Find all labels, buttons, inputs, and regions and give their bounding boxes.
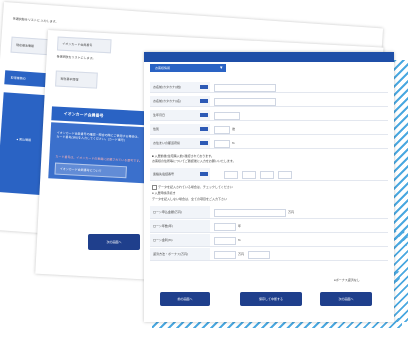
required-badge (200, 113, 208, 117)
row-unit: % (238, 238, 241, 242)
checkbox-2-label: ● 入居申請手続き (152, 191, 176, 195)
required-badge (200, 99, 208, 103)
row-label: ローン年数(年) (153, 224, 173, 228)
checkbox-1-label: データを記入されている場合は、チェックしてください (158, 185, 233, 189)
form-row: ローン申込金額(万円) 万円 (150, 206, 388, 219)
form-row: 生年月日 (150, 110, 388, 121)
form-row: 性別 歳 (150, 124, 388, 135)
form-row: 返済方法・ボーナス(万円) 万円 (150, 248, 388, 261)
row-label-cell: 返済方法・ボーナス(万円) (150, 248, 210, 260)
front-footnote: ●ボーナス返済なし (334, 278, 360, 282)
next-button[interactable]: 次の画面へ (320, 292, 372, 306)
front-form-card: お客様情報 ▾ お名前(カタカナ)(姓) お名前(カタカナ)(名) 生年月日 性… (144, 52, 394, 322)
phone-input-1[interactable] (224, 171, 238, 179)
mid-warning: カード番号は、イオンカードの表面に記載されている番号です。 (55, 154, 142, 164)
row-unit: 歳 (232, 127, 236, 131)
form-row: お住まいの都道府県 % (150, 138, 388, 149)
text-input[interactable] (214, 84, 276, 92)
mid-link-label: イオンカード会員番号について (59, 166, 102, 173)
mid-description: イオンカード会員番号の確認・照合の際にご使用する場合は、カード番号(3桁)を入力… (56, 130, 141, 143)
form-row: ローン年数(年) 年 (150, 220, 388, 233)
phone-input-2[interactable] (242, 171, 256, 179)
row-label-cell: ローン金利(%) (150, 234, 210, 246)
front-section-title: お客様情報 (155, 66, 171, 70)
row-label: 返済方法・ボーナス(万円) (153, 252, 188, 256)
row-label: 生年月日 (153, 113, 166, 117)
back-tab-label: 現在基本情報 (15, 42, 35, 49)
front-note-1: ■ 入居前後(住宅購入前) 確認されております。 (152, 154, 214, 158)
required-badge (200, 172, 208, 176)
form-row: お名前(カタカナ)(姓) (150, 82, 388, 93)
checkbox-1[interactable] (152, 185, 157, 190)
years-input[interactable] (214, 223, 236, 231)
text-input[interactable] (214, 112, 240, 120)
back-button[interactable]: 前の画面へ (160, 292, 210, 306)
back-next-button[interactable]: 次の画面へ (88, 234, 140, 250)
row-label-cell: ローン申込金額(万円) (150, 206, 210, 218)
row-label: ローン申込金額(万円) (153, 210, 182, 214)
mid-banner-text: イオンカード会員番号 (63, 110, 104, 119)
form-row: ローン金利(%) % (150, 234, 388, 247)
bonus-input-2[interactable] (248, 251, 270, 259)
row-label-cell: ローン年数(年) (150, 220, 210, 232)
row-label: ローン金利(%) (153, 238, 173, 242)
mid-tab-label: イオンカード会員番号 (62, 41, 93, 48)
back-section-title: 取得業務ID (10, 75, 26, 81)
row-label: 連絡先電話番号 (153, 172, 175, 176)
save-button-label: 保存して中断する (259, 297, 283, 301)
number-input[interactable] (214, 140, 230, 148)
row-label: お住まいの都道府県 (153, 141, 181, 145)
phone-input-3[interactable] (260, 171, 274, 179)
back-side-label: ● 見込情報 (16, 137, 32, 143)
front-section-header: お客様情報 ▾ (150, 64, 226, 72)
mid-link-button[interactable]: イオンカード会員番号について (54, 162, 127, 179)
required-badge (200, 85, 208, 89)
next-button-label: 次の画面へ (338, 297, 354, 301)
form-row-contact: 連絡先電話番号 (150, 168, 388, 181)
row-label: お名前(カタカナ)(名) (153, 99, 181, 103)
amount-input[interactable] (214, 209, 286, 217)
row-label: 性別 (153, 127, 160, 131)
required-badge (200, 127, 208, 131)
front-note-3: データを記入しない場合は、全ての項目をご入力下さい (152, 197, 228, 201)
row-unit: 万円 (238, 252, 245, 256)
required-badge (200, 141, 208, 145)
row-label: お名前(カタカナ)(姓) (153, 85, 181, 89)
number-input[interactable] (214, 126, 230, 134)
back-notice: 各選択肢をリストに 入力します。 (12, 16, 59, 24)
form-row: お名前(カタカナ)(名) (150, 96, 388, 107)
row-unit: 年 (238, 224, 242, 228)
text-input[interactable] (214, 98, 276, 106)
back-button-label: 前の画面へ (177, 297, 193, 301)
mid-label: 現在基本情報 (60, 76, 79, 82)
mid-label-box: 現在基本情報 (55, 70, 98, 89)
row-unit: % (232, 141, 235, 145)
mid-tab[interactable]: イオンカード会員番号 (56, 36, 112, 54)
save-and-suspend-button[interactable]: 保存して中断する (240, 292, 302, 306)
back-next-label: 次の画面へ (106, 240, 122, 244)
rate-input[interactable] (214, 237, 236, 245)
mid-notice: 各選択肢をリストにします。 (56, 54, 96, 61)
front-note-2: お客様の住所等についてご確認後に入力をお願いいたします。 (152, 159, 236, 163)
bonus-input-1[interactable] (214, 251, 236, 259)
right-edge-stripes (394, 60, 408, 322)
row-unit: 万円 (288, 210, 295, 214)
phone-input-4[interactable] (278, 171, 292, 179)
chevron-down-icon[interactable]: ▾ (220, 65, 223, 71)
front-top-bar (144, 52, 394, 62)
